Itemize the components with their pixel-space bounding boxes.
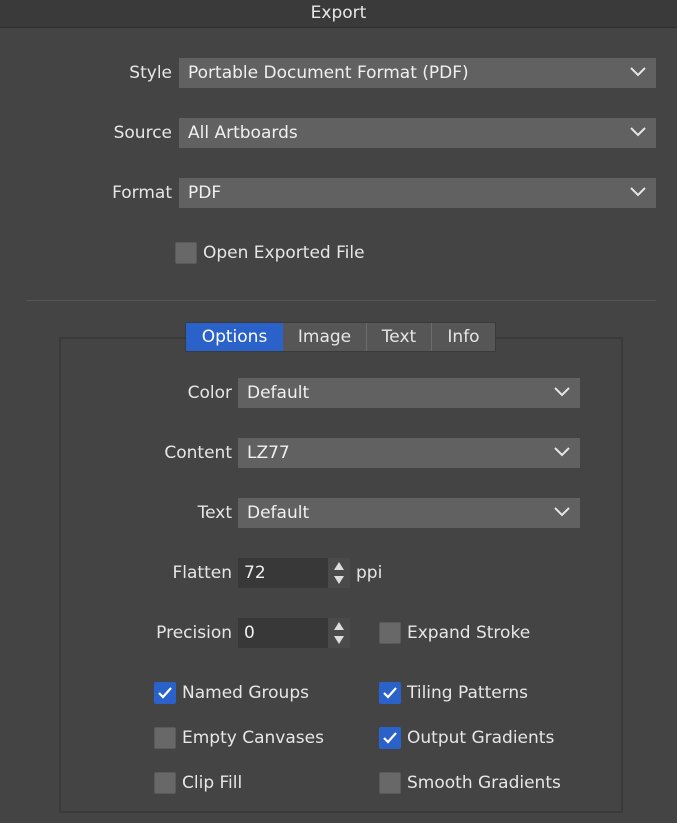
tiling-patterns-label: Tiling Patterns [407,683,529,703]
chevron-down-icon [553,386,571,398]
window-title: Export [0,0,677,28]
flatten-stepper[interactable] [328,558,350,588]
open-exported-file-checkbox[interactable] [175,242,197,264]
clip-fill-checkbox[interactable] [154,772,176,794]
tiling-patterns-checkbox[interactable] [379,682,401,704]
content-dropdown[interactable]: LZ77 [238,438,580,468]
chevron-down-icon [629,66,647,78]
named-groups-label: Named Groups [182,683,309,703]
checkmark-icon [383,732,397,744]
spin-up-icon[interactable] [334,622,344,630]
color-value: Default [247,383,310,403]
text-value: Default [247,503,310,523]
empty-canvases-label: Empty Canvases [182,728,324,748]
smooth-gradients-checkbox[interactable] [379,772,401,794]
content-label: Content [164,443,232,463]
tab-info[interactable]: Info [431,323,495,351]
content-value: LZ77 [247,443,290,463]
tab-bar: Options Image Text Info [185,322,496,352]
empty-canvases-checkbox[interactable] [154,727,176,749]
chevron-down-icon [629,126,647,138]
expand-stroke-label: Expand Stroke [407,623,531,643]
source-dropdown[interactable]: All Artboards [179,118,656,148]
color-dropdown[interactable]: Default [238,378,580,408]
format-value: PDF [188,183,222,203]
source-value: All Artboards [188,123,298,143]
expand-stroke-checkbox[interactable] [379,622,401,644]
format-dropdown[interactable]: PDF [179,178,656,208]
output-gradients-checkbox[interactable] [379,727,401,749]
chevron-down-icon [553,446,571,458]
precision-label: Precision [156,623,232,643]
tab-text[interactable]: Text [366,323,431,351]
checkmark-icon [158,687,172,699]
flatten-input[interactable]: 72 [238,558,350,588]
precision-input[interactable]: 0 [238,618,350,648]
spin-up-icon[interactable] [334,562,344,570]
clip-fill-label: Clip Fill [182,773,243,793]
tab-options[interactable]: Options [186,323,283,351]
format-label: Format [112,183,172,203]
precision-stepper[interactable] [328,618,350,648]
text-dropdown[interactable]: Default [238,498,580,528]
precision-value: 0 [244,623,255,643]
smooth-gradients-label: Smooth Gradients [407,773,561,793]
chevron-down-icon [553,506,571,518]
style-value: Portable Document Format (PDF) [188,63,469,83]
style-dropdown[interactable]: Portable Document Format (PDF) [179,58,656,88]
spin-down-icon[interactable] [334,576,344,584]
color-label: Color [187,383,232,403]
text-label: Text [197,503,232,523]
section-divider [26,300,656,301]
flatten-unit: ppi [356,563,383,583]
style-label: Style [129,63,172,83]
named-groups-checkbox[interactable] [154,682,176,704]
tab-image[interactable]: Image [283,323,366,351]
output-gradients-label: Output Gradients [407,728,555,748]
chevron-down-icon [629,186,647,198]
checkmark-icon [383,687,397,699]
flatten-value: 72 [244,563,266,583]
spin-down-icon[interactable] [334,636,344,644]
open-exported-file-label: Open Exported File [203,243,365,263]
flatten-label: Flatten [172,563,232,583]
source-label: Source [113,123,172,143]
